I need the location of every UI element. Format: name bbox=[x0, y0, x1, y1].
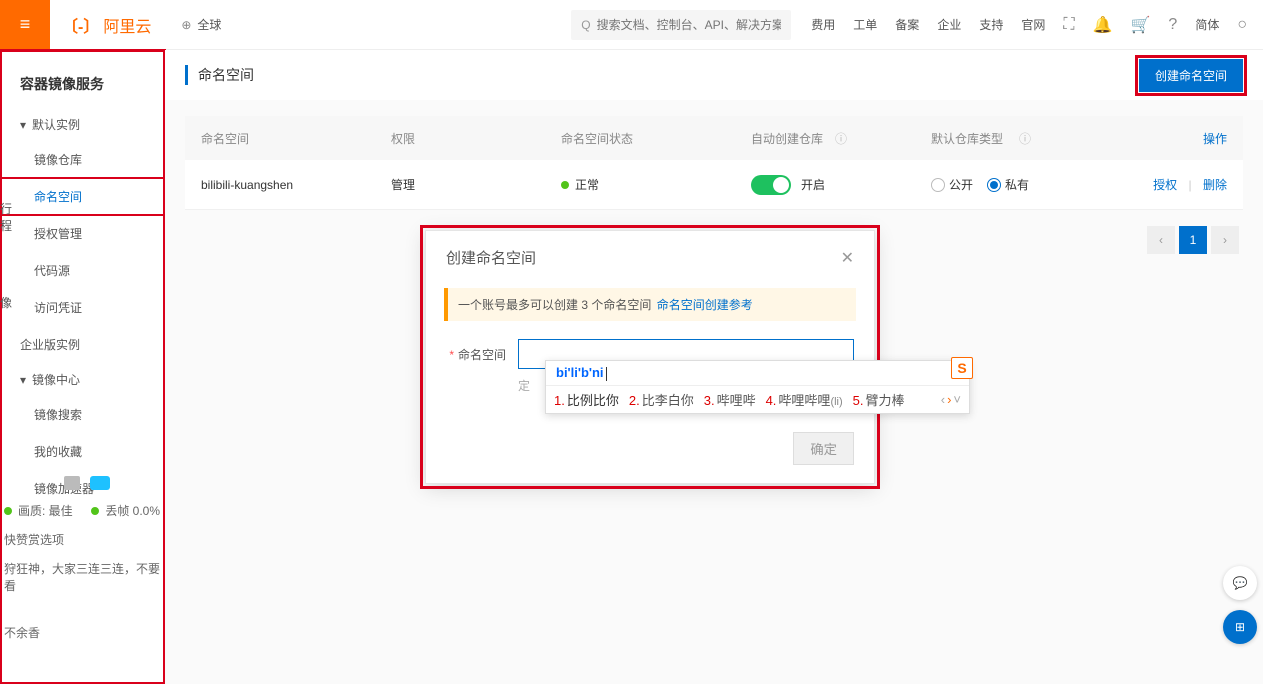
chevron-right-icon: › bbox=[947, 392, 951, 407]
modal-alert: 一个账号最多可以创建 3 个命名空间 命名空间创建参考 bbox=[444, 288, 856, 321]
ime-popup: S bi'li'b'ni 1.比例比你 2.比李白你 3.哔哩哔 4.哔哩哔哩(… bbox=[545, 360, 970, 414]
modal-layer: 创建命名空间 ✕ 一个账号最多可以创建 3 个命名空间 命名空间创建参考 *命名… bbox=[0, 0, 1263, 684]
modal-title: 创建命名空间 bbox=[446, 247, 536, 268]
ime-candidate[interactable]: 4.哔哩哔哩(li) bbox=[766, 390, 843, 409]
create-namespace-modal: 创建命名空间 ✕ 一个账号最多可以创建 3 个命名空间 命名空间创建参考 *命名… bbox=[425, 230, 875, 484]
ime-nav[interactable]: ‹›˅ bbox=[941, 392, 961, 407]
ime-composition: bi'li'b'ni bbox=[546, 361, 969, 386]
chat-icon[interactable]: 💬 bbox=[1223, 566, 1257, 600]
floating-actions: 💬 ⊞ bbox=[1223, 566, 1257, 644]
hint-prefix: 定 bbox=[518, 377, 530, 394]
apps-icon[interactable]: ⊞ bbox=[1223, 610, 1257, 644]
close-icon[interactable]: ✕ bbox=[841, 248, 854, 268]
namespace-label: *命名空间 bbox=[446, 346, 506, 363]
sogou-logo-icon: S bbox=[951, 357, 973, 379]
confirm-button[interactable]: 确定 bbox=[793, 432, 854, 465]
ime-candidate[interactable]: 2.比李白你 bbox=[629, 390, 694, 409]
ime-candidate[interactable]: 1.比例比你 bbox=[554, 390, 619, 409]
chevron-left-icon: ‹ bbox=[941, 392, 945, 407]
underlay-side: 行程 像 bbox=[0, 200, 18, 325]
chevron-down-icon: ˅ bbox=[953, 392, 961, 407]
ime-candidates: 1.比例比你 2.比李白你 3.哔哩哔 4.哔哩哔哩(li) 5.臂力棒 ‹›˅ bbox=[546, 386, 969, 413]
ime-candidate[interactable]: 5.臂力棒 bbox=[853, 390, 905, 409]
alert-link[interactable]: 命名空间创建参考 bbox=[657, 298, 753, 312]
ime-candidate[interactable]: 3.哔哩哔 bbox=[704, 390, 756, 409]
